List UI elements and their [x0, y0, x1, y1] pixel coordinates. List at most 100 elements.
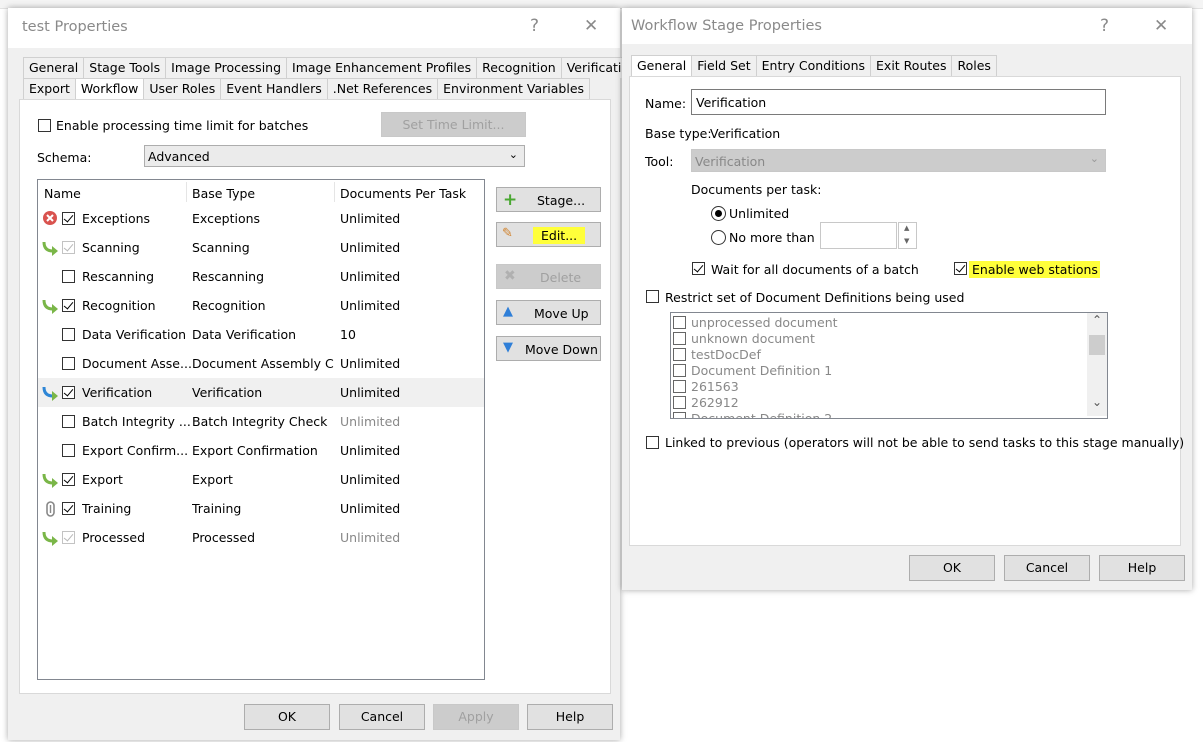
list-item[interactable]: Document Definition 2 [671, 411, 1081, 418]
right-close-button[interactable]: ✕ [1154, 16, 1168, 36]
stage-enabled-checkbox[interactable] [62, 386, 75, 399]
table-row[interactable]: Batch Integrity ... Batch Integrity Check… [38, 407, 484, 436]
tab-image-enhancement-profiles[interactable]: Image Enhancement Profiles [286, 57, 478, 78]
tab-roles[interactable]: Roles [951, 55, 997, 76]
left-cancel-button[interactable]: Cancel [339, 704, 425, 730]
no-more-than-radio[interactable] [711, 230, 726, 245]
doc-def-checkbox[interactable] [673, 412, 686, 418]
table-row[interactable]: Training Training Unlimited [38, 494, 484, 523]
tab-recognition[interactable]: Recognition [476, 57, 562, 78]
tab-image-processing[interactable]: Image Processing [165, 57, 288, 78]
stage-enabled-checkbox[interactable] [62, 415, 75, 428]
list-item[interactable]: 262912 [671, 395, 1081, 411]
delete-button[interactable]: ✖ Delete [496, 264, 601, 289]
table-row[interactable]: Scanning Scanning Unlimited [38, 233, 484, 262]
doc-def-checkbox[interactable] [673, 364, 686, 377]
stage-enabled-checkbox[interactable] [62, 212, 75, 225]
stage-button[interactable]: + Stage... [496, 187, 601, 212]
column-header-name[interactable]: Name [44, 186, 81, 201]
list-item[interactable]: unprocessed document [671, 315, 1081, 331]
stage-enabled-checkbox[interactable] [62, 328, 75, 341]
spin-down-icon[interactable]: ▼ [904, 237, 909, 245]
unlimited-radio[interactable] [711, 206, 726, 221]
set-time-limit-button[interactable]: Set Time Limit... [381, 112, 526, 137]
delete-x-icon: ✖ [504, 268, 516, 284]
spin-up-icon[interactable]: ▲ [904, 224, 909, 232]
list-item[interactable]: unknown document [671, 331, 1081, 347]
edit-button[interactable]: ✎ Edit... [496, 222, 601, 247]
stage-enabled-checkbox[interactable] [62, 502, 75, 515]
table-row[interactable]: Data Verification Data Verification 10 [38, 320, 484, 349]
tab-general[interactable]: General [23, 57, 85, 78]
scroll-down-icon[interactable]: ⌄ [1092, 395, 1102, 409]
table-row[interactable]: Export Confirm... Export Confirmation Unli… [38, 436, 484, 465]
doc-definitions-list[interactable]: unprocessed document unknown document test… [670, 312, 1108, 419]
stage-list[interactable]: Name Base Type Documents Per Task Except… [37, 179, 485, 680]
tab-event-handlers[interactable]: Event Handlers [220, 78, 328, 99]
stage-enabled-checkbox[interactable] [62, 241, 75, 254]
scroll-thumb[interactable] [1089, 335, 1105, 355]
doc-def-label: 261563 [691, 379, 739, 394]
move-down-button[interactable]: ▼ Move Down [496, 336, 601, 361]
list-item[interactable]: testDocDef [671, 347, 1081, 363]
table-row[interactable]: Recognition Recognition Unlimited [38, 291, 484, 320]
stage-enabled-checkbox[interactable] [62, 444, 75, 457]
left-ok-button[interactable]: OK [244, 704, 330, 730]
left-help-button[interactable]: ? [530, 16, 539, 36]
stage-enabled-checkbox[interactable] [62, 473, 75, 486]
right-ok-button[interactable]: OK [909, 555, 995, 581]
right-help-footer-button[interactable]: Help [1099, 555, 1185, 581]
table-row[interactable]: Processed Processed Unlimited [38, 523, 484, 552]
doc-def-checkbox[interactable] [673, 348, 686, 361]
stage-button-label: Stage... [537, 193, 586, 208]
list-item[interactable]: 261563 [671, 379, 1081, 395]
tab-export[interactable]: Export [23, 78, 76, 99]
column-header-base-type[interactable]: Base Type [192, 186, 255, 201]
tab-exit-routes[interactable]: Exit Routes [870, 55, 953, 76]
right-cancel-button[interactable]: Cancel [1004, 555, 1090, 581]
tab-workflow[interactable]: Workflow [74, 78, 145, 99]
column-header-docs-per-task[interactable]: Documents Per Task [340, 186, 466, 201]
time-limit-checkbox[interactable] [38, 119, 51, 132]
left-close-button[interactable]: ✕ [584, 16, 598, 36]
stage-enabled-checkbox[interactable] [62, 357, 75, 370]
doc-def-checkbox[interactable] [673, 316, 686, 329]
linked-checkbox[interactable] [646, 436, 659, 449]
list-item[interactable]: Document Definition 1 [671, 363, 1081, 379]
table-row[interactable]: Verification Verification Unlimited [38, 378, 484, 407]
spinner[interactable]: ▲ ▼ [898, 222, 917, 249]
web-stations-checkbox[interactable] [954, 262, 967, 275]
tab-stage-tools[interactable]: Stage Tools [83, 57, 167, 78]
no-more-than-input[interactable] [820, 222, 897, 249]
scroll-up-icon[interactable]: ⌃ [1092, 313, 1102, 327]
stage-enabled-checkbox[interactable] [62, 531, 75, 544]
stage-enabled-checkbox[interactable] [62, 270, 75, 283]
tab-net-references[interactable]: .Net References [326, 78, 439, 99]
list-scrollbar[interactable]: ⌃ ⌄ [1087, 313, 1107, 416]
arrow-icon [42, 529, 60, 547]
table-row[interactable]: Rescanning Rescanning Unlimited [38, 262, 484, 291]
schema-select[interactable]: Advanced ⌄ [144, 145, 525, 167]
tab-field-set[interactable]: Field Set [691, 55, 757, 76]
left-dialog-title: test Properties [22, 19, 128, 35]
left-apply-button[interactable]: Apply [433, 704, 519, 730]
wait-all-checkbox[interactable] [692, 262, 705, 275]
table-row[interactable]: Export Export Unlimited [38, 465, 484, 494]
doc-def-checkbox[interactable] [673, 332, 686, 345]
right-help-button[interactable]: ? [1100, 16, 1109, 36]
table-row[interactable]: Exceptions Exceptions Unlimited [38, 204, 484, 233]
table-row[interactable]: Document Asse... Document Assembly C... Un… [38, 349, 484, 378]
tab-entry-conditions[interactable]: Entry Conditions [755, 55, 872, 76]
doc-def-checkbox[interactable] [673, 380, 686, 393]
restrict-checkbox[interactable] [646, 290, 659, 303]
tab-general[interactable]: General [631, 55, 693, 76]
right-titlebar: Workflow Stage Properties ? ✕ [622, 8, 1192, 44]
tab-environment-variables[interactable]: Environment Variables [437, 78, 591, 99]
stage-enabled-checkbox[interactable] [62, 299, 75, 312]
tab-user-roles[interactable]: User Roles [143, 78, 222, 99]
doc-def-checkbox[interactable] [673, 396, 686, 409]
move-up-button[interactable]: ▲ Move Up [496, 300, 601, 325]
tool-select[interactable]: Verification ⌄ [691, 149, 1106, 172]
left-help-footer-button[interactable]: Help [527, 704, 613, 730]
name-input[interactable]: Verification [691, 89, 1106, 115]
